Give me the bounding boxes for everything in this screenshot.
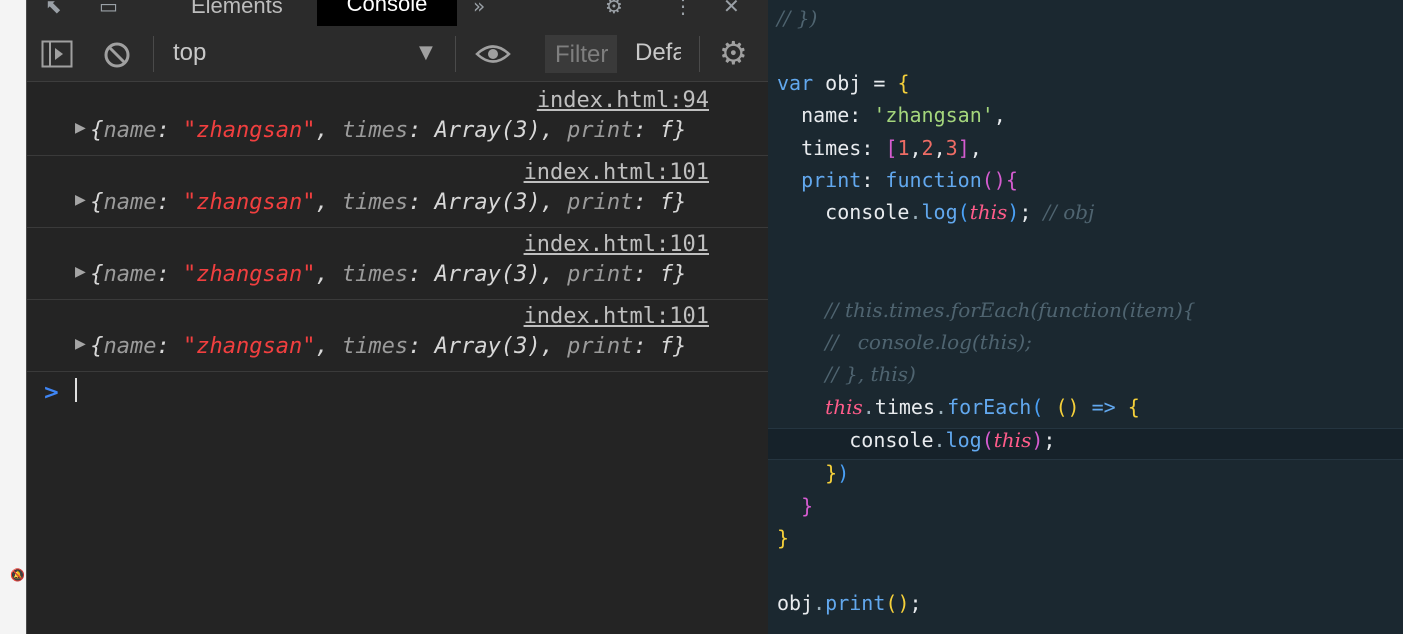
value-print: f <box>659 118 674 143</box>
value-times: Array(3) <box>434 118 541 143</box>
value-times: Array(3) <box>434 262 541 287</box>
key-times: times <box>341 262 409 287</box>
value-name: "zhangsan" <box>182 334 316 359</box>
code-line: times: [1,2,3], <box>801 136 982 160</box>
code-editor[interactable]: // }) var obj = { name: 'zhangsan', times… <box>768 0 1403 634</box>
code-line: } <box>801 494 814 518</box>
devtools-tab-bar: ⬉ ▭ Elements Console » ⚙ ⋮ ✕ <box>27 0 769 27</box>
code-line: // this.times.forEach(function(item){ <box>825 298 1196 322</box>
code-line: }) <box>825 461 850 485</box>
console-message: index.html:101 ▶ {name: "zhangsan", time… <box>27 228 769 300</box>
gear-icon[interactable]: ⚙ <box>605 0 623 18</box>
key-name: name <box>103 190 157 215</box>
code-line: obj.print(); <box>777 591 922 615</box>
muted-bell-icon: 🔕 <box>10 568 25 582</box>
logged-object[interactable]: ▶ {name: "zhangsan", times: Array(3), pr… <box>75 334 686 359</box>
sidebar-toggle-icon[interactable] <box>41 40 73 68</box>
expand-triangle-icon[interactable]: ▶ <box>75 336 86 352</box>
code-line: // }) <box>777 6 818 30</box>
console-message: index.html:101 ▶ {name: "zhangsan", time… <box>27 300 769 372</box>
expand-triangle-icon[interactable]: ▶ <box>75 264 86 280</box>
prompt-chevron-icon: > <box>43 380 60 404</box>
code-line: } <box>777 526 790 550</box>
logged-object[interactable]: ▶ {name: "zhangsan", times: Array(3), pr… <box>75 118 686 143</box>
value-times: Array(3) <box>434 190 541 215</box>
code-line: // console.log(this); <box>825 330 1032 354</box>
left-margin-strip: 🔕 <box>0 0 26 634</box>
tab-console[interactable]: Console <box>317 0 457 26</box>
code-line: name: 'zhangsan', <box>801 103 1006 127</box>
console-message: index.html:94 ▶ {name: "zhangsan", times… <box>27 84 769 156</box>
key-print: print <box>567 118 634 143</box>
key-print: print <box>567 190 634 215</box>
devtools-panel: ⬉ ▭ Elements Console » ⚙ ⋮ ✕ top ▼ Filte… <box>26 0 769 634</box>
log-levels-dropdown[interactable]: Default levels <box>635 39 681 67</box>
close-icon[interactable]: ✕ <box>723 0 740 18</box>
clear-console-icon[interactable] <box>103 41 131 69</box>
toolbar-separator <box>455 36 456 72</box>
expand-triangle-icon[interactable]: ▶ <box>75 192 86 208</box>
code-line: this.times.forEach( () => { <box>825 395 1140 419</box>
code-line: print: function(){ <box>801 168 1018 192</box>
dropdown-caret-icon[interactable]: ▼ <box>419 42 433 63</box>
value-print: f <box>659 334 674 359</box>
toolbar-separator <box>153 36 154 72</box>
key-print: print <box>567 262 634 287</box>
value-times: Array(3) <box>434 334 541 359</box>
filter-input[interactable]: Filter <box>555 41 608 69</box>
eye-icon[interactable] <box>475 43 511 65</box>
code-line: console.log(this); // obj <box>825 200 1095 224</box>
code-line: // }, this) <box>825 362 916 386</box>
key-print: print <box>567 334 634 359</box>
key-times: times <box>341 334 409 359</box>
value-name: "zhangsan" <box>182 118 316 143</box>
source-link[interactable]: index.html:101 <box>524 232 709 257</box>
value-name: "zhangsan" <box>182 262 316 287</box>
logged-object[interactable]: ▶ {name: "zhangsan", times: Array(3), pr… <box>75 190 686 215</box>
value-print: f <box>659 190 674 215</box>
source-link[interactable]: index.html:101 <box>524 160 709 185</box>
code-line: var obj = { <box>777 71 910 95</box>
console-toolbar: top ▼ Filter Default levels ⚙ <box>27 26 769 82</box>
toolbar-separator <box>699 36 700 72</box>
tab-elements[interactable]: Elements <box>191 0 283 20</box>
context-selector[interactable]: top <box>173 39 206 67</box>
kebab-menu-icon[interactable]: ⋮ <box>673 0 693 18</box>
logged-object[interactable]: ▶ {name: "zhangsan", times: Array(3), pr… <box>75 262 686 287</box>
console-message: index.html:101 ▶ {name: "zhangsan", time… <box>27 156 769 228</box>
key-times: times <box>341 118 409 143</box>
key-times: times <box>341 190 409 215</box>
expand-triangle-icon[interactable]: ▶ <box>75 120 86 136</box>
inspect-icon[interactable]: ⬉ <box>45 0 62 18</box>
settings-gear-icon[interactable]: ⚙ <box>719 34 748 72</box>
code-line: console.log(this); <box>849 428 1056 452</box>
console-input-caret[interactable] <box>75 378 77 402</box>
key-name: name <box>103 262 157 287</box>
filter-input-box[interactable]: Filter <box>545 35 617 73</box>
source-link[interactable]: index.html:101 <box>524 304 709 329</box>
device-toggle-icon[interactable]: ▭ <box>99 0 118 18</box>
value-name: "zhangsan" <box>182 190 316 215</box>
key-name: name <box>103 118 157 143</box>
value-print: f <box>659 262 674 287</box>
tab-console-label: Console <box>346 0 428 16</box>
key-name: name <box>103 334 157 359</box>
source-link[interactable]: index.html:94 <box>537 88 709 113</box>
more-tabs-icon[interactable]: » <box>473 0 485 18</box>
